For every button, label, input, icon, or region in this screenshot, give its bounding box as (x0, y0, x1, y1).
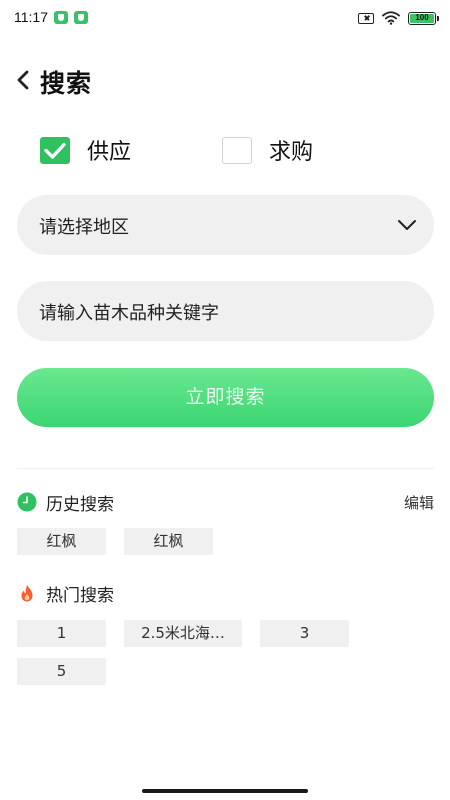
purchase-checkbox[interactable]: 求购 (222, 134, 313, 166)
hot-tag[interactable]: 2.5米北海… (124, 620, 242, 647)
search-button[interactable]: 立即搜索 (17, 368, 434, 427)
status-right-icons: 100 (358, 10, 439, 26)
hot-tag[interactable]: 1 (17, 620, 106, 647)
history-header: 历史搜索 编辑 (17, 489, 434, 515)
divider (17, 468, 434, 469)
region-select[interactable]: 请选择地区 (17, 195, 434, 255)
fire-icon (21, 584, 33, 602)
type-options: 供应 求购 (0, 134, 450, 166)
chevron-left-icon[interactable] (12, 67, 36, 93)
history-tag[interactable]: 红枫 (17, 528, 106, 555)
app-shield-icon (54, 11, 68, 24)
keyword-input-placeholder: 请输入苗木品种关键字 (39, 303, 219, 324)
supply-label: 供应 (87, 140, 132, 165)
status-bar: 11:17 100 (0, 0, 450, 36)
hot-tag[interactable]: 3 (260, 620, 349, 647)
hot-title: 热门搜索 (46, 586, 114, 606)
keyword-input[interactable]: 请输入苗木品种关键字 (17, 281, 434, 341)
chevron-down-icon (398, 220, 416, 230)
sim-x-icon (358, 12, 374, 24)
hot-header: 热门搜索 (17, 580, 434, 606)
edit-history-button[interactable]: 编辑 (404, 492, 434, 513)
page-title: 搜索 (40, 69, 93, 98)
history-tag[interactable]: 红枫 (124, 528, 213, 555)
page-header: 搜索 (0, 58, 450, 102)
battery-icon: 100 (408, 11, 439, 25)
status-time: 11:17 (14, 9, 48, 25)
supply-checkbox[interactable]: 供应 (40, 134, 131, 166)
wifi-icon (382, 11, 400, 25)
battery-level: 100 (410, 13, 434, 23)
region-select-placeholder: 请选择地区 (39, 217, 129, 238)
hot-tag[interactable]: 5 (17, 658, 106, 685)
app-shield-icon (74, 11, 88, 24)
history-title: 历史搜索 (46, 495, 114, 515)
checkbox-unchecked-icon (222, 136, 252, 164)
checkbox-checked-icon (40, 136, 70, 164)
home-indicator (142, 789, 308, 793)
purchase-label: 求购 (269, 140, 314, 165)
clock-icon (17, 492, 37, 512)
